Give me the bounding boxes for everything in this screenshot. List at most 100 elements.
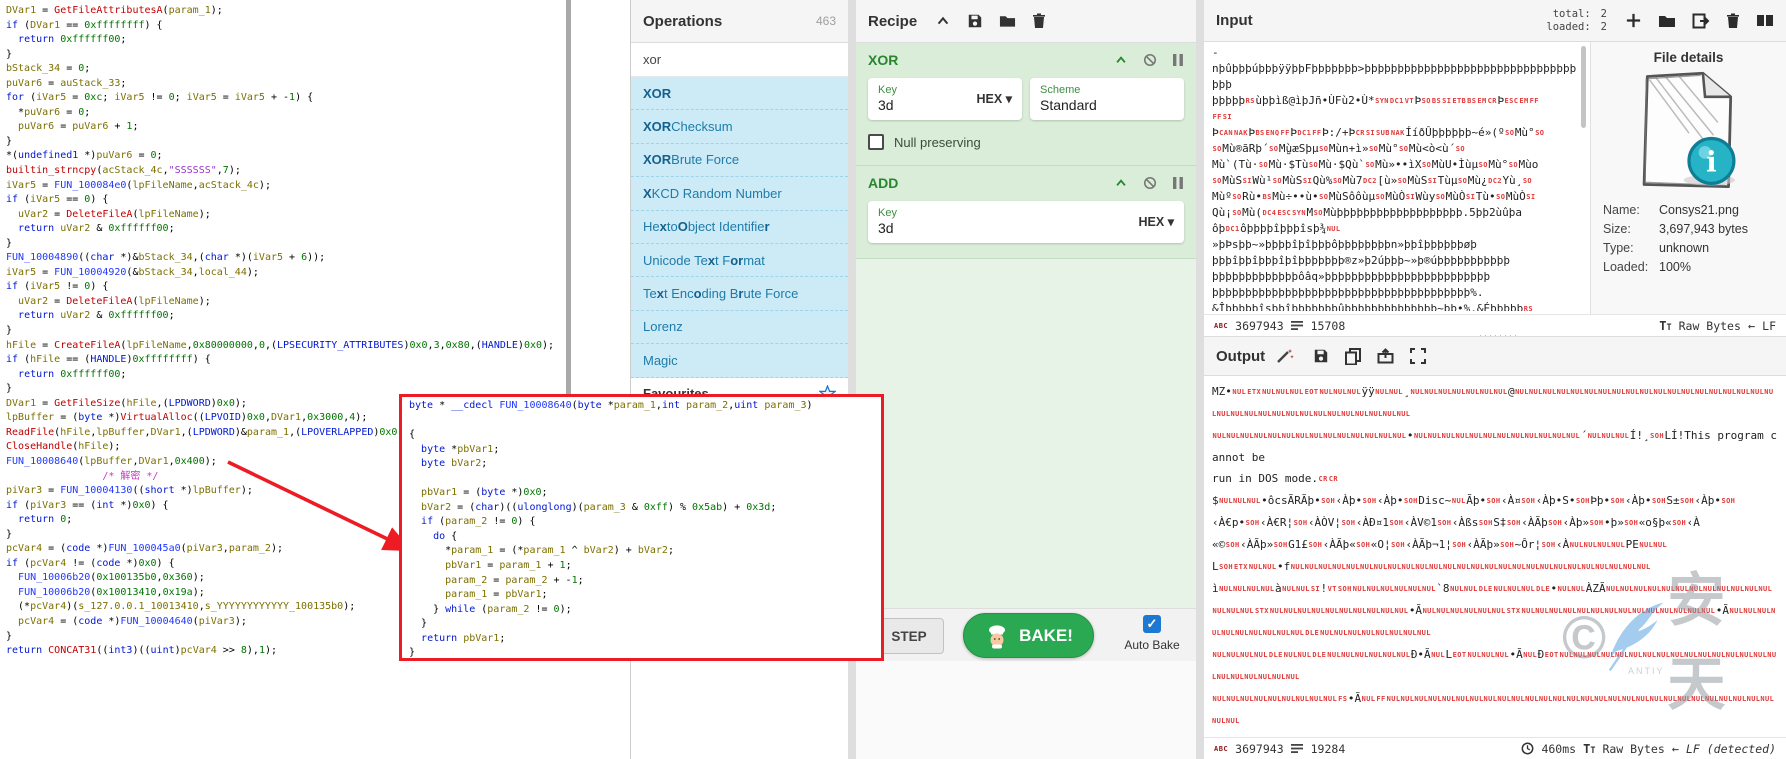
code-line: }	[6, 48, 554, 63]
code-line: } while (param_2 != 0);	[409, 603, 874, 618]
byte-stream-line: &Îþþþþþîsþþîþþþþþþþûþþþþþþþþþþþþþþ~þþ•%.…	[1212, 301, 1578, 311]
operation-item-xor-brute-force[interactable]: XOR Brute Force	[631, 144, 848, 177]
encoding-icon[interactable]: TT	[1583, 742, 1595, 756]
bake-button[interactable]: BAKE!	[963, 613, 1094, 658]
operation-item-text-encoding-brute-force[interactable]: Text Encoding Brute Force	[631, 277, 848, 310]
code-line: builtin_strncpy(acStack_4c,"SSSSSS",7);	[6, 164, 554, 179]
output-line-count: 19284	[1311, 742, 1346, 756]
operation-item-magic[interactable]: Magic	[631, 344, 848, 377]
input-tab-layout-icon[interactable]	[1756, 13, 1774, 28]
magic-wand-icon[interactable]	[1275, 347, 1295, 365]
collapse-op-chevron-icon[interactable]	[1114, 176, 1128, 190]
input-scrollbar[interactable]	[1581, 46, 1586, 128]
clear-recipe-trash-icon[interactable]	[1032, 13, 1046, 29]
output-encoding[interactable]: Raw Bytes	[1602, 742, 1664, 756]
replace-input-icon[interactable]	[1377, 348, 1394, 364]
xor-key-field[interactable]: Key 3d HEX ▾	[868, 78, 1022, 120]
code-line: return uVar2 & 0xffffff00;	[6, 222, 554, 237]
code-line: uVar2 = DeleteFileA(lpFileName);	[6, 208, 554, 223]
file-type-value: unknown	[1659, 241, 1709, 255]
code-scrollbar[interactable]	[566, 0, 571, 400]
load-recipe-folder-icon[interactable]	[999, 13, 1016, 29]
output-eol[interactable]: LF (detected)	[1686, 742, 1776, 756]
auto-bake-control[interactable]: ✓ Auto Bake	[1114, 615, 1190, 652]
code-line: }	[6, 324, 554, 339]
operation-item-xor[interactable]: XOR	[631, 77, 848, 110]
input-totals: total:2 loaded:2	[1546, 8, 1607, 34]
add-key-unit-dropdown[interactable]: HEX ▾	[1139, 214, 1174, 229]
save-recipe-icon[interactable]	[967, 13, 983, 29]
add-input-tab-icon[interactable]	[1625, 12, 1642, 29]
input-eol[interactable]: LF	[1762, 319, 1776, 333]
code-line: byte * __cdecl FUN_10008640(byte *param_…	[409, 399, 874, 414]
auto-bake-checkbox[interactable]: ✓	[1143, 615, 1161, 633]
null-preserving-label: Null preserving	[894, 135, 981, 150]
byte-stream-line: ÞCANNAKÞBSENQFFÞDC1FFÞ:/+ÞCRSISUBNAKÍíðÛ…	[1212, 125, 1578, 141]
input-textarea[interactable]: -nþûþþþúþþþÿÿþþFþþþþþþþ>þþþþþþþþþþþþþþþþ…	[1212, 45, 1578, 311]
input-encoding[interactable]: Raw Bytes	[1679, 319, 1741, 333]
eol-icon[interactable]: ←	[1748, 319, 1755, 333]
file-details-title: File details	[1591, 50, 1786, 65]
clear-input-trash-icon[interactable]	[1726, 13, 1740, 29]
line-count-icon	[1291, 320, 1304, 331]
save-output-icon[interactable]	[1313, 348, 1329, 364]
null-preserving-checkbox[interactable]	[868, 134, 884, 150]
eol-icon[interactable]: ←	[1672, 742, 1679, 756]
chevron-up-icon[interactable]	[935, 13, 951, 29]
operation-item-unicode-text-format[interactable]: Unicode Text Format	[631, 244, 848, 277]
code-line: uVar2 = DeleteFileA(lpFileName);	[6, 295, 554, 310]
output-footer: ABC 3697943 19284 460ms TT Raw Bytes ← L…	[1204, 737, 1786, 759]
operations-count: 463	[816, 14, 836, 28]
xor-key-unit-dropdown[interactable]: HEX ▾	[977, 91, 1012, 106]
step-button[interactable]: STEP	[874, 618, 944, 654]
disable-op-icon[interactable]	[1143, 176, 1157, 190]
code-line: bStack_34 = 0;	[6, 62, 554, 77]
code-line: pbVar1 = param_1 + 1;	[409, 559, 874, 574]
breakpoint-pause-icon[interactable]	[1172, 53, 1184, 67]
code-line: byte bVar2;	[409, 457, 874, 472]
code-line: do {	[409, 530, 874, 545]
operations-header: Operations 463	[631, 0, 848, 43]
auto-bake-label: Auto Bake	[1114, 638, 1190, 652]
char-count-icon: ABC	[1214, 745, 1228, 753]
code-line: if (iVar5 == 0) {	[6, 193, 554, 208]
operations-search	[631, 43, 848, 77]
operations-list: XORXOR ChecksumXOR Brute ForceXKCD Rando…	[631, 77, 848, 378]
caret-down-icon: ▾	[1168, 215, 1174, 229]
chef-icon	[984, 623, 1010, 649]
xor-scheme-field[interactable]: Scheme Standard	[1030, 78, 1184, 120]
copy-output-icon[interactable]	[1345, 348, 1361, 365]
bake-label: BAKE!	[1019, 626, 1073, 646]
recipe-op-xor[interactable]: XOR Key 3d HEX ▾	[856, 43, 1196, 166]
open-file-as-input-icon[interactable]	[1692, 13, 1710, 29]
breakpoint-pause-icon[interactable]	[1172, 176, 1184, 190]
byte-stream-line: SOMùSSIWù¹SOMùSSIQù%SOMù7DC2[ù»SOMùSSITù…	[1212, 173, 1578, 189]
operation-item-lorenz[interactable]: Lorenz	[631, 311, 848, 344]
byte-stream-line: NULNULNULNULDLENULNULDLENULNULNULNULNULN…	[1212, 644, 1778, 688]
xor-scheme-value[interactable]: Standard	[1040, 97, 1174, 113]
collapse-op-chevron-icon[interactable]	[1114, 53, 1128, 67]
add-key-value[interactable]: 3d	[878, 220, 1139, 236]
xor-key-value[interactable]: 3d	[878, 97, 977, 113]
code-line: return uVar2 & 0xffffff00;	[6, 309, 554, 324]
code-line: if (hFile == (HANDLE)0xffffffff) {	[6, 353, 554, 368]
add-key-field[interactable]: Key 3d HEX ▾	[868, 201, 1184, 243]
byte-stream-line: FFSI	[1212, 109, 1578, 125]
decrypt-function-code: byte * __cdecl FUN_10008640(byte *param_…	[409, 399, 874, 661]
bake-controls-bar: STEP BAKE! ✓ Auto Bake	[856, 608, 1196, 661]
operation-item-hex-to-object-identifier[interactable]: Hex to Object Identifier	[631, 211, 848, 244]
operation-item-xor-checksum[interactable]: XOR Checksum	[631, 110, 848, 143]
byte-stream-line: -	[1212, 45, 1578, 61]
byte-stream-line: »þÞsþþ~»þþþþîþîþþþôþþþþþþþþn»þþîþþþþþþøþ	[1212, 237, 1578, 253]
maximise-output-icon[interactable]	[1410, 348, 1426, 364]
byte-stream-line: NULNULNULNULNULNULNULNULNULFS•ÃNULFFNULN…	[1212, 688, 1778, 732]
open-folder-icon[interactable]	[1658, 13, 1676, 29]
operations-search-input[interactable]	[643, 52, 836, 67]
recipe-op-add[interactable]: ADD Key 3d HEX ▾	[856, 166, 1196, 259]
disable-op-icon[interactable]	[1143, 53, 1157, 67]
operation-item-xkcd-random-number[interactable]: XKCD Random Number	[631, 177, 848, 210]
panel-splitter-handle[interactable]: ········	[1459, 330, 1539, 340]
encoding-icon[interactable]: TT	[1659, 319, 1671, 333]
annotation-arrow	[220, 450, 420, 565]
byte-stream-line: Qù¡SOMù(DC4ESCSYNMSOMùþþþþþþþþþþþþþþþþþþ…	[1212, 205, 1578, 221]
